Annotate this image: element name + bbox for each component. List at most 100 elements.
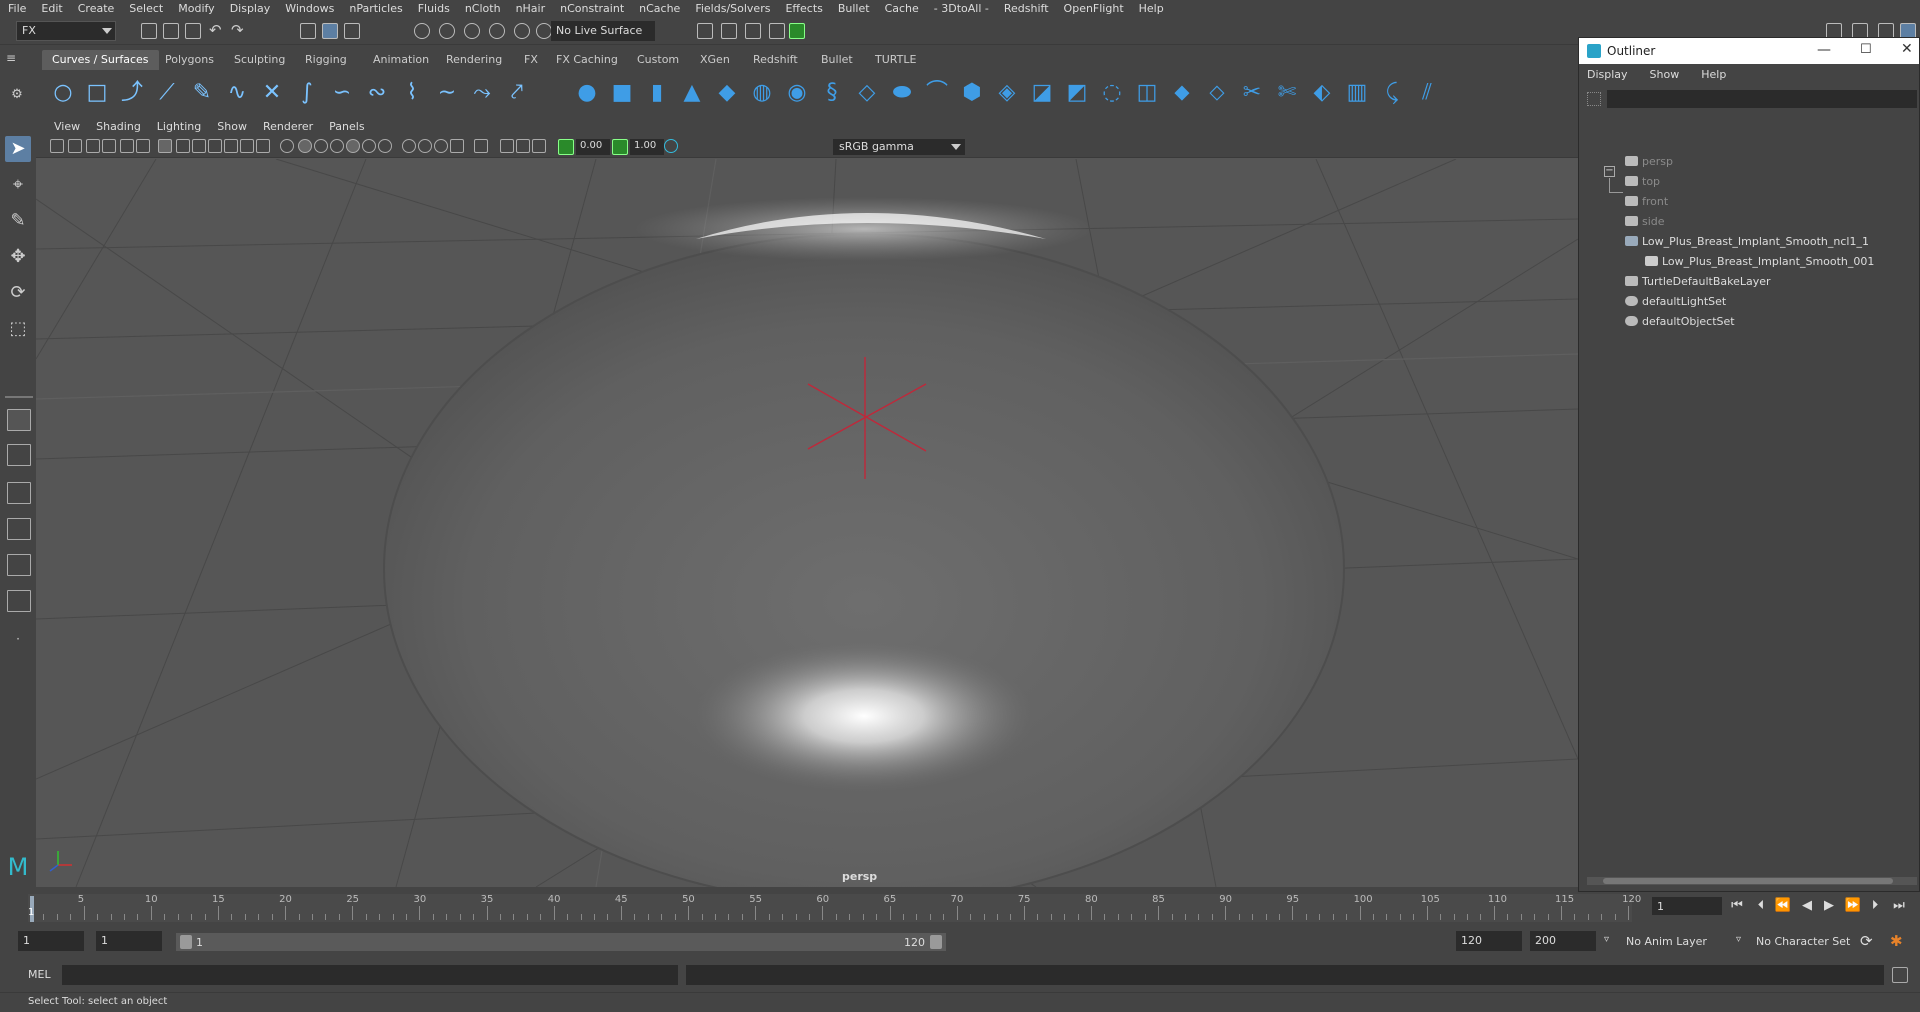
- rebuild-curve-icon[interactable]: ⤳: [469, 80, 495, 106]
- menu-item[interactable]: Select: [129, 2, 163, 15]
- viewport-panel[interactable]: View Shading Lighting Show Renderer Panels 0.…: [36, 116, 1578, 887]
- menu-item[interactable]: OpenFlight: [1064, 2, 1124, 15]
- xray-joints-icon[interactable]: [500, 139, 514, 153]
- grid-toggle-icon[interactable]: [158, 139, 172, 153]
- range-start-handle[interactable]: [180, 935, 192, 949]
- open-scene-icon[interactable]: [163, 23, 179, 39]
- scene-end-field[interactable]: 200: [1530, 931, 1596, 951]
- motion-blur-icon[interactable]: [418, 139, 432, 153]
- birail-icon[interactable]: ⌒: [924, 80, 950, 106]
- field-chart-icon[interactable]: [224, 139, 238, 153]
- minimize-icon[interactable]: —: [1817, 42, 1831, 58]
- menu-item[interactable]: - 3DtoAll -: [934, 2, 989, 15]
- bezier-curve-icon[interactable]: ∿: [224, 80, 250, 106]
- menu-item[interactable]: Effects: [785, 2, 822, 15]
- auto-key-icon[interactable]: ⟳: [1860, 932, 1873, 950]
- nurbs-circle-icon[interactable]: ○: [50, 80, 76, 106]
- shelf-tab[interactable]: XGen: [690, 50, 740, 70]
- untrim-icon[interactable]: ⬦: [1204, 80, 1230, 106]
- outliner-h-scrollbar[interactable]: [1587, 877, 1917, 885]
- xray-components-icon[interactable]: [516, 139, 530, 153]
- menu-item[interactable]: Cache: [885, 2, 919, 15]
- camera-attributes-icon[interactable]: [68, 139, 82, 153]
- menu-item[interactable]: Create: [78, 2, 115, 15]
- attach-surfaces-icon[interactable]: ✂: [1239, 80, 1265, 106]
- shelf-tab[interactable]: Redshift: [743, 50, 808, 70]
- ambient-occlusion-icon[interactable]: [402, 139, 416, 153]
- outliner-item[interactable]: side: [1625, 213, 1665, 231]
- animation-preferences-icon[interactable]: ✱: [1890, 932, 1903, 950]
- select-tool-icon[interactable]: ➤: [5, 136, 31, 162]
- single-pane-layout-icon[interactable]: [7, 409, 31, 431]
- select-component-icon[interactable]: [344, 23, 360, 39]
- nurbs-cube-icon[interactable]: ■: [609, 80, 635, 106]
- outliner-menu-item[interactable]: Help: [1701, 68, 1726, 81]
- outliner-item[interactable]: front: [1625, 193, 1668, 211]
- shelf-tab[interactable]: Rigging: [295, 50, 357, 70]
- outliner-menu-item[interactable]: Display: [1587, 68, 1628, 81]
- save-scene-icon[interactable]: [185, 23, 201, 39]
- planar-icon[interactable]: ◇: [854, 80, 880, 106]
- scale-tool-icon[interactable]: ⬚: [5, 316, 31, 342]
- filter-icon[interactable]: [1587, 92, 1601, 106]
- outliner-persp-layout-icon[interactable]: [7, 554, 31, 576]
- menu-item[interactable]: Modify: [178, 2, 214, 15]
- snap-view-plane-icon[interactable]: [489, 23, 505, 39]
- viewport-menu-item[interactable]: Lighting: [157, 120, 201, 133]
- shelf-menu-icon[interactable]: ≡: [0, 50, 28, 70]
- square-surface-icon[interactable]: ◈: [994, 80, 1020, 106]
- script-language-button[interactable]: MEL: [28, 968, 51, 981]
- ipr-render-icon[interactable]: [745, 23, 761, 39]
- scene-start-field[interactable]: 1: [18, 931, 84, 951]
- viewport-menu-item[interactable]: Renderer: [263, 120, 313, 133]
- menu-item[interactable]: nCloth: [465, 2, 501, 15]
- step-back-frame-icon[interactable]: ⏴: [1752, 897, 1770, 915]
- outliner-item[interactable]: Low_Plus_Breast_Implant_Smooth_001: [1645, 253, 1874, 271]
- shadows-icon[interactable]: [378, 139, 392, 153]
- snap-curve-icon[interactable]: [439, 23, 455, 39]
- menu-item[interactable]: Edit: [41, 2, 62, 15]
- safe-title-icon[interactable]: [256, 139, 270, 153]
- shelf-tab[interactable]: FX Caching: [546, 50, 628, 70]
- outliner-search-input[interactable]: [1607, 90, 1917, 108]
- nurbs-cylinder-icon[interactable]: ▮: [644, 80, 670, 106]
- scene-view[interactable]: persp: [36, 158, 1578, 887]
- project-curve-icon[interactable]: ◌: [1099, 80, 1125, 106]
- nurbs-cone-icon[interactable]: ▲: [679, 80, 705, 106]
- bevel-icon[interactable]: ◪: [1029, 80, 1055, 106]
- time-slider[interactable]: 5 10 15 20 25 30 35 40 45 50 55 60 65 70 75 80 85 90 95 100…: [28, 894, 1641, 922]
- render-frame-icon[interactable]: [721, 23, 737, 39]
- gamma-field[interactable]: 1.00: [630, 139, 664, 155]
- extend-curve-icon[interactable]: ⌇: [399, 80, 425, 106]
- snap-grid-icon[interactable]: [414, 23, 430, 39]
- film-gate-icon[interactable]: [176, 139, 190, 153]
- loft-icon[interactable]: §: [819, 80, 845, 106]
- chevron-down-icon[interactable]: ▿: [1736, 934, 1741, 945]
- menu-set-selector[interactable]: FX: [16, 21, 116, 41]
- resolution-gate-icon[interactable]: [192, 139, 206, 153]
- range-slider[interactable]: [176, 933, 946, 951]
- scrollbar-thumb[interactable]: [1603, 878, 1893, 884]
- duplicate-curve-icon[interactable]: ◩: [1064, 80, 1090, 106]
- nurbs-plane-icon[interactable]: ◆: [714, 80, 740, 106]
- four-pane-layout-icon[interactable]: [7, 444, 31, 466]
- paint-select-icon[interactable]: ✎: [5, 208, 31, 234]
- menu-item[interactable]: nConstraint: [560, 2, 624, 15]
- menu-item[interactable]: File: [8, 2, 26, 15]
- current-frame-field[interactable]: 1: [1652, 897, 1722, 915]
- offset-curve-icon[interactable]: ∼: [434, 80, 460, 106]
- redo-icon[interactable]: ↷: [231, 23, 247, 39]
- close-icon[interactable]: ✕: [1901, 41, 1913, 57]
- playback-start-field[interactable]: 1: [96, 931, 162, 951]
- anim-layer-select[interactable]: No Anim Layer: [1626, 935, 1707, 948]
- select-object-icon[interactable]: [322, 23, 338, 39]
- ep-curve-icon[interactable]: ⟋: [154, 80, 180, 106]
- menu-item[interactable]: Fields/Solvers: [695, 2, 770, 15]
- detach-surfaces-icon[interactable]: ✄: [1274, 80, 1300, 106]
- viewport-menu-item[interactable]: View: [54, 120, 80, 133]
- wireframe-icon[interactable]: [280, 139, 294, 153]
- exposure-field[interactable]: 0.00: [576, 139, 610, 155]
- color-management-icon[interactable]: [664, 139, 678, 153]
- shelf-tab[interactable]: Bullet: [811, 50, 863, 70]
- rebuild-surface-icon[interactable]: ⫽: [1414, 80, 1440, 106]
